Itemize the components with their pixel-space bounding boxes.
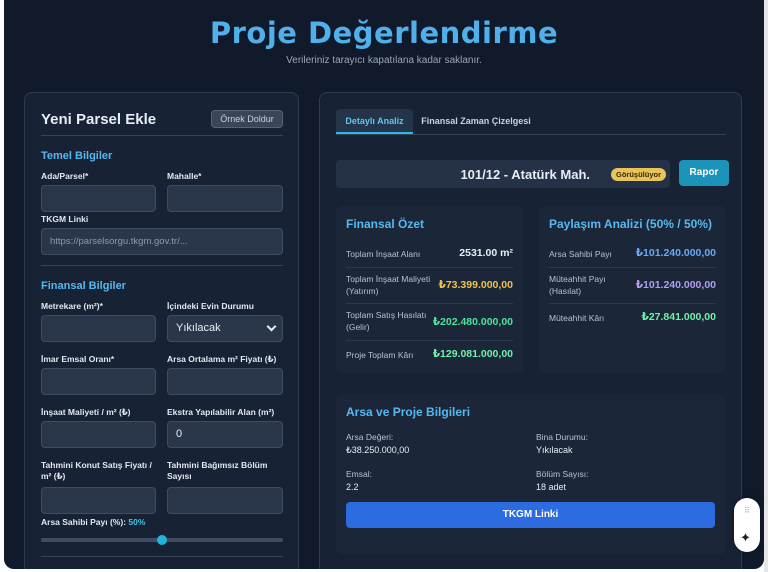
project-info-title: Arsa ve Proje Bilgileri [346, 405, 471, 419]
sale-price-label: Tahmini Konut Satış Fiyatı / m² (₺) [41, 460, 152, 481]
divider [41, 556, 283, 557]
owner-share-text: Arsa Sahibi Payı (%): [41, 517, 127, 527]
app-window: Proje Değerlendirme Verileriniz tarayıcı… [4, 0, 764, 569]
emsal-input[interactable] [41, 368, 156, 395]
owner-share-slider[interactable] [41, 535, 283, 545]
construction-cost-label: İnşaat Maliyeti / m² (₺) [41, 407, 131, 417]
land-value-label: Arsa Değeri: [346, 432, 394, 442]
status-badge: Görüşülüyor [611, 168, 667, 181]
share-row-value: ₺27.841.000,00 [641, 311, 716, 323]
divider [549, 267, 716, 268]
slider-thumb[interactable] [157, 535, 167, 545]
share-row-value: ₺101.240.000,00 [635, 279, 716, 291]
summary-row-label: Toplam Satış Hasılatı (Gelir) [346, 310, 427, 332]
unit-count-label: Tahmini Bağımsız Bölüm Sayısı [167, 460, 268, 481]
land-value: ₺38.250.000,00 [346, 445, 410, 455]
financial-summary-title: Finansal Özet [346, 217, 425, 231]
share-analysis-title: Paylaşım Analizi (50% / 50%) [549, 217, 712, 231]
building-status-label: Bina Durumu: [536, 432, 588, 442]
share-row-label: Arsa Sahibi Payı [549, 249, 612, 259]
fill-sample-button[interactable]: Örnek Doldur [211, 110, 283, 128]
slider-fill [41, 538, 162, 542]
land-price-input[interactable] [167, 368, 283, 395]
tab-financial-timeline[interactable]: Finansal Zaman Çizelgesi [420, 109, 532, 134]
unit-count-input[interactable] [167, 487, 283, 514]
divider [346, 303, 513, 304]
summary-row-label: Toplam İnşaat Maliyeti (Yatırım) [346, 274, 431, 296]
form-title: Yeni Parsel Ekle [41, 111, 157, 128]
divider [346, 340, 513, 341]
owner-share-value: 50% [128, 517, 146, 527]
project-info-card: Arsa ve Proje Bilgileri Arsa Değeri: ₺38… [336, 394, 726, 554]
divider [41, 135, 283, 136]
basic-info-heading: Temel Bilgiler [41, 150, 113, 162]
page-subtitle: Verileriniz tarayıcı kapatılana kadar sa… [286, 55, 482, 66]
parcel-name: 101/12 - Atatürk Mah. [460, 167, 590, 182]
tkgm-link-label: TKGM Linki [41, 214, 89, 224]
divider [549, 303, 716, 304]
summary-row-value: ₺73.399.000,00 [438, 279, 513, 291]
share-row-value: ₺101.240.000,00 [635, 247, 716, 259]
parcel-header: 101/12 - Atatürk Mah. Görüşülüyor [336, 160, 670, 188]
scrollbar[interactable] [764, 0, 768, 572]
land-price-label: Arsa Ortalama m² Fiyatı (₺) [167, 354, 277, 364]
page-header: Proje Değerlendirme Verileriniz tarayıcı… [4, 16, 764, 66]
summary-row-label: Proje Toplam Kârı [346, 350, 414, 360]
building-status-value: Yıkılacak [536, 445, 573, 455]
summary-row-value: ₺129.081.000,00 [432, 348, 513, 360]
extra-area-label: Ekstra Yapılabilir Alan (m²) [167, 407, 275, 417]
divider [41, 265, 283, 266]
unit-count-info-value: 18 adet [536, 482, 567, 492]
finance-info-heading: Finansal Bilgiler [41, 280, 126, 292]
share-row-label: Müteahhit Payı (Hasılat) [549, 274, 606, 296]
unit-count-info-label: Bölüm Sayısı: [536, 469, 589, 479]
ada-parsel-label: Ada/Parsel* [41, 171, 89, 181]
drag-handle-icon[interactable]: ⠿ [744, 507, 750, 515]
analysis-tabs: Detaylı Analiz Finansal Zaman Çizelgesi [336, 109, 726, 135]
summary-row-value: ₺202.480.000,00 [432, 316, 513, 328]
analysis-panel: Detaylı Analiz Finansal Zaman Çizelgesi … [319, 92, 742, 569]
divider [346, 267, 513, 268]
chevron-down-icon [266, 321, 277, 332]
emsal-info-value: 2.2 [346, 482, 359, 492]
financial-summary-card: Finansal Özet Toplam İnşaat Alanı 2531.0… [336, 206, 523, 373]
metrekare-label: Metrekare (m²)* [41, 301, 103, 311]
share-analysis-card: Paylaşım Analizi (50% / 50%) Arsa Sahibi… [539, 206, 726, 373]
house-status-label: İçindeki Evin Durumu [167, 301, 254, 311]
sparkle-icon[interactable]: ✦ [740, 530, 751, 546]
tkgm-link-input[interactable]: https://parselsorgu.tkgm.gov.tr/... [41, 228, 283, 255]
tkgm-link-button[interactable]: TKGM Linki [346, 502, 715, 528]
share-row-label: Müteahhit Kârı [549, 313, 605, 323]
mahalle-label: Mahalle* [167, 171, 202, 181]
mahalle-input[interactable] [167, 185, 283, 212]
tab-detailed-analysis[interactable]: Detaylı Analiz [336, 109, 413, 134]
summary-row-label: Toplam İnşaat Alanı [346, 249, 421, 259]
extra-area-input[interactable]: 0 [167, 421, 283, 448]
ada-parsel-input[interactable] [41, 185, 156, 212]
house-status-select[interactable]: Yıkılacak [167, 315, 283, 342]
page-title: Proje Değerlendirme [209, 16, 559, 50]
sale-price-input[interactable] [41, 487, 156, 514]
metrekare-input[interactable] [41, 315, 156, 342]
report-button[interactable]: Rapor [679, 160, 729, 186]
emsal-label: İmar Emsal Oranı* [41, 354, 115, 364]
owner-share-label: Arsa Sahibi Payı (%): 50% [41, 517, 145, 528]
construction-cost-input[interactable] [41, 421, 156, 448]
emsal-info-label: Emsal: [346, 469, 372, 479]
add-parcel-form: Yeni Parsel Ekle Örnek Doldur Temel Bilg… [24, 92, 299, 569]
house-status-value: Yıkılacak [176, 322, 221, 334]
floating-assistant-widget[interactable]: ⠿ ✦ [734, 498, 760, 552]
summary-row-value: 2531.00 m² [459, 247, 513, 259]
